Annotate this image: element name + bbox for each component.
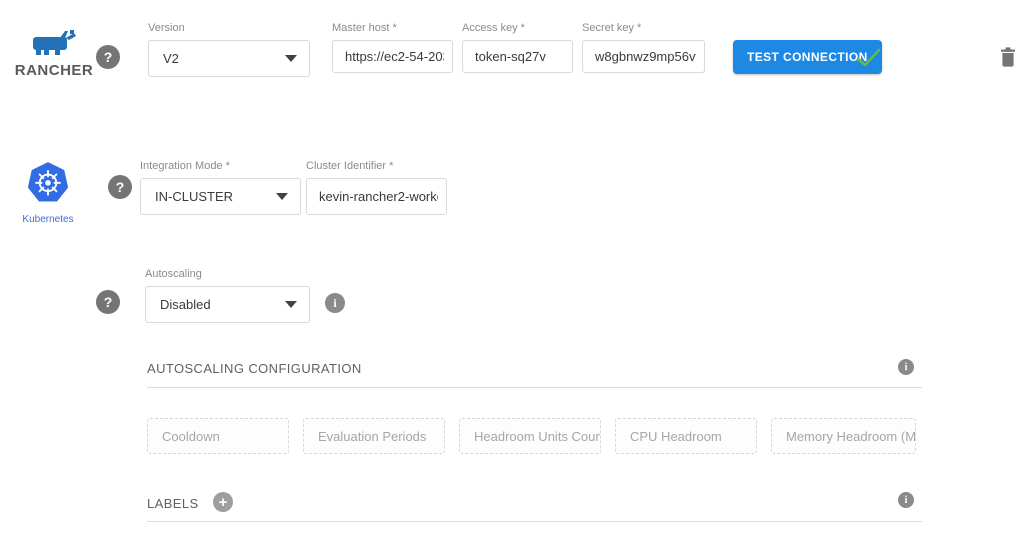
kubernetes-logo: Kubernetes <box>16 161 80 225</box>
cluster-identifier-input[interactable] <box>306 178 447 215</box>
access-key-field-group: Access key * <box>462 22 573 73</box>
add-label-button[interactable]: + <box>213 492 233 512</box>
delete-integration-button[interactable] <box>999 46 1017 71</box>
kubernetes-help-icon[interactable]: ? <box>108 175 132 199</box>
version-select[interactable]: V2 <box>148 40 310 77</box>
secret-key-label: Secret key * <box>582 22 705 35</box>
version-label: Version <box>148 22 310 35</box>
integration-settings-page: RANCHER ? Version V2 Master host * Acces… <box>0 0 1024 550</box>
section-divider <box>147 521 922 522</box>
autoscaling-select-value: Disabled <box>160 297 211 312</box>
headroom-units-count-input-disabled: Headroom Units Count <box>459 418 601 454</box>
labels-section-title: LABELS <box>147 496 199 511</box>
version-select-value: V2 <box>163 51 179 66</box>
chevron-down-icon <box>285 301 297 308</box>
cooldown-input-disabled: Cooldown <box>147 418 289 454</box>
trash-icon <box>999 46 1017 68</box>
integration-mode-label: Integration Mode * <box>140 160 301 173</box>
evaluation-periods-input-disabled: Evaluation Periods <box>303 418 445 454</box>
autoscaling-configuration-info-icon[interactable]: i <box>898 359 914 375</box>
cluster-identifier-field-group: Cluster Identifier * <box>306 160 447 215</box>
rancher-logo: RANCHER <box>12 30 96 79</box>
secret-key-field-group: Secret key * <box>582 22 705 73</box>
autoscaling-label: Autoscaling <box>145 268 310 281</box>
section-divider <box>147 387 922 388</box>
rancher-logo-text: RANCHER <box>12 62 96 79</box>
master-host-label: Master host * <box>332 22 453 35</box>
master-host-input[interactable] <box>332 40 453 73</box>
integration-mode-select-value: IN-CLUSTER <box>155 189 233 204</box>
integration-mode-select[interactable]: IN-CLUSTER <box>140 178 301 215</box>
integration-mode-field-group: Integration Mode * IN-CLUSTER <box>140 160 301 215</box>
memory-headroom-input-disabled: Memory Headroom (MiB) <box>771 418 916 454</box>
secret-key-input[interactable] <box>582 40 705 73</box>
kubernetes-logo-text: Kubernetes <box>16 214 80 225</box>
chevron-down-icon <box>285 55 297 62</box>
rancher-bull-icon <box>32 30 76 56</box>
version-field-group: Version V2 <box>148 22 310 77</box>
chevron-down-icon <box>276 193 288 200</box>
autoscaling-help-icon[interactable]: ? <box>96 290 120 314</box>
autoscaling-configuration-title: AUTOSCALING CONFIGURATION <box>147 361 362 376</box>
autoscaling-info-icon[interactable]: i <box>325 293 345 313</box>
cluster-identifier-label: Cluster Identifier * <box>306 160 447 173</box>
master-host-field-group: Master host * <box>332 22 453 73</box>
connection-success-check-icon <box>855 47 882 69</box>
labels-info-icon[interactable]: i <box>898 492 914 508</box>
autoscaling-select[interactable]: Disabled <box>145 286 310 323</box>
autoscaling-field-group: Autoscaling Disabled <box>145 268 310 323</box>
rancher-help-icon[interactable]: ? <box>96 45 120 69</box>
access-key-input[interactable] <box>462 40 573 73</box>
cpu-headroom-input-disabled: CPU Headroom <box>615 418 757 454</box>
access-key-label: Access key * <box>462 22 573 35</box>
test-connection-button-label: TEST CONNECTION <box>747 50 868 64</box>
kubernetes-helm-icon <box>24 161 72 207</box>
